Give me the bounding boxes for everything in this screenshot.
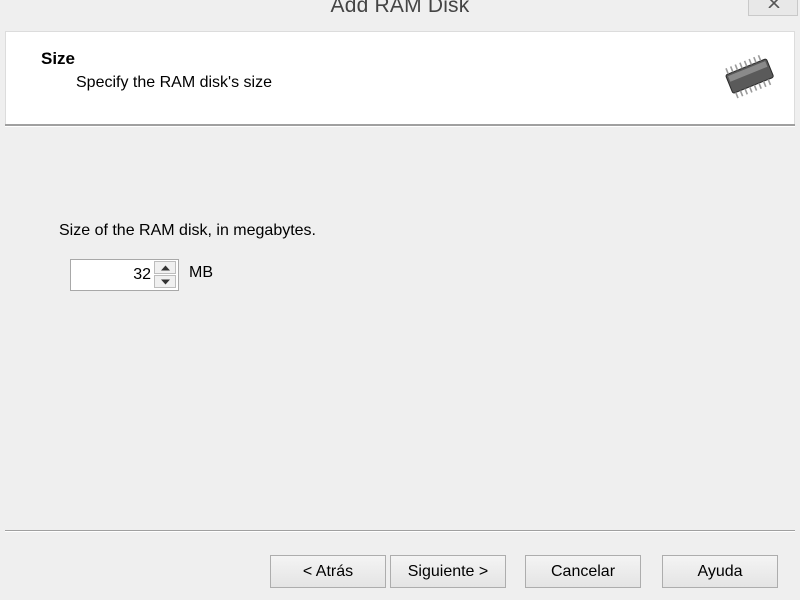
arrow-up-icon	[161, 265, 170, 271]
size-input[interactable]	[71, 260, 151, 290]
footer-divider	[5, 530, 795, 532]
spin-up-button[interactable]	[154, 261, 176, 274]
ram-chip-icon	[725, 54, 774, 99]
wizard-header: Size Specify the RAM disk's size	[5, 31, 795, 124]
help-button[interactable]: Ayuda	[662, 555, 778, 588]
spin-down-button[interactable]	[154, 275, 176, 288]
close-button[interactable]	[748, 0, 798, 16]
arrow-down-icon	[161, 279, 170, 285]
size-spinner[interactable]	[70, 259, 179, 291]
add-ram-disk-dialog: Add RAM Disk Size Specify the RAM disk's…	[0, 0, 800, 600]
title-bar: Add RAM Disk	[0, 0, 800, 31]
close-icon	[768, 0, 780, 8]
size-label: Size of the RAM disk, in megabytes.	[59, 222, 316, 239]
window-title: Add RAM Disk	[330, 0, 470, 17]
page-title: Size	[41, 49, 76, 68]
cancel-button[interactable]: Cancelar	[525, 555, 641, 588]
next-button[interactable]: Siguiente >	[390, 555, 506, 588]
page-subtitle: Specify the RAM disk's size	[76, 74, 273, 91]
unit-label: MB	[189, 264, 213, 281]
header-divider	[5, 124, 795, 127]
back-button[interactable]: < Atrás	[270, 555, 386, 588]
